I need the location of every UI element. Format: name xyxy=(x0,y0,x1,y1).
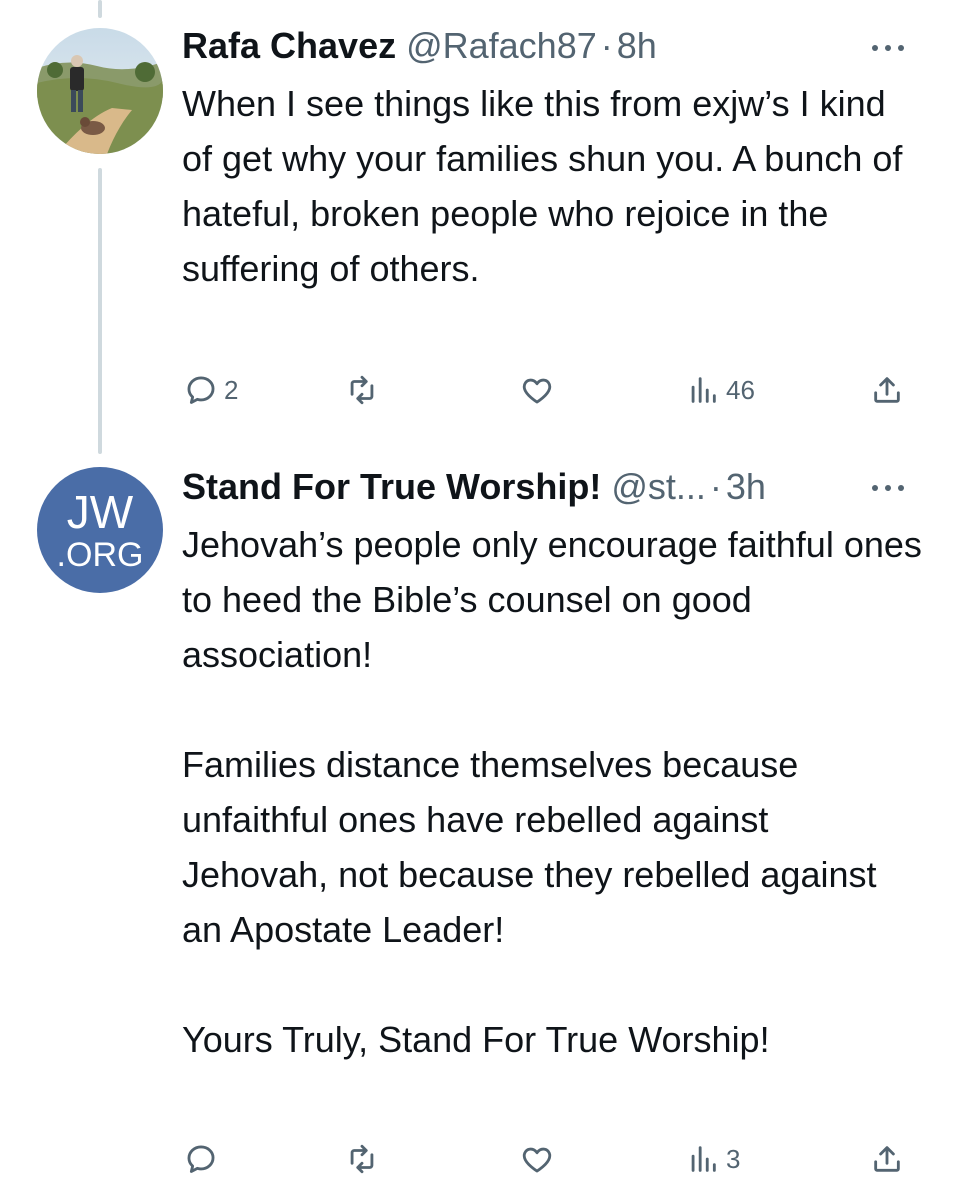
avatar[interactable]: JW .ORG xyxy=(37,467,163,593)
tweet-header: Stand For True Worship! @st... · 3h xyxy=(182,465,766,509)
tweet[interactable]: JW .ORG Stand For True Worship! @st... ·… xyxy=(0,455,953,1200)
reply-button[interactable]: 2 xyxy=(184,368,238,412)
reply-icon xyxy=(187,1145,215,1173)
heart-icon xyxy=(522,1147,552,1173)
reply-count: 2 xyxy=(224,374,239,405)
heart-icon xyxy=(522,378,552,404)
views-icon xyxy=(691,1146,716,1172)
retweet-icon xyxy=(350,1144,374,1174)
avatar[interactable] xyxy=(37,28,163,154)
timestamp[interactable]: 8h xyxy=(617,24,657,68)
author-handle[interactable]: @st... xyxy=(611,465,706,509)
tweet-text: Jehovah’s people only encourage faithful… xyxy=(182,524,922,1060)
more-icon xyxy=(872,485,904,491)
like-button[interactable] xyxy=(520,1137,560,1181)
share-button[interactable] xyxy=(870,1137,904,1181)
retweet-icon xyxy=(350,375,374,405)
retweet-button[interactable] xyxy=(345,1137,385,1181)
share-button[interactable] xyxy=(870,368,904,412)
avatar-logo-line2: .ORG xyxy=(56,536,144,574)
separator-dot: · xyxy=(600,25,613,66)
tweet[interactable]: Rafa Chavez @Rafach87 · 8h When I see th… xyxy=(0,0,953,455)
view-count: 46 xyxy=(726,374,755,405)
tweet-header: Rafa Chavez @Rafach87 · 8h xyxy=(182,24,657,68)
more-options-button[interactable] xyxy=(866,476,910,500)
like-button[interactable] xyxy=(520,368,560,412)
share-icon xyxy=(874,377,900,403)
author-name[interactable]: Rafa Chavez xyxy=(182,24,396,68)
separator-dot: · xyxy=(709,466,722,507)
views-icon xyxy=(691,377,716,403)
reply-button[interactable] xyxy=(184,1137,224,1181)
views-button[interactable]: 3 xyxy=(686,1137,740,1181)
action-bar: 3 xyxy=(0,1137,953,1181)
action-bar: 2 46 xyxy=(0,368,953,412)
timestamp[interactable]: 3h xyxy=(726,465,766,509)
reply-icon xyxy=(187,376,215,404)
views-button[interactable]: 46 xyxy=(686,368,755,412)
view-count: 3 xyxy=(726,1143,741,1174)
more-icon xyxy=(872,45,904,51)
author-name[interactable]: Stand For True Worship! xyxy=(182,465,601,509)
retweet-button[interactable] xyxy=(345,368,385,412)
share-icon xyxy=(874,1146,900,1172)
author-handle[interactable]: @Rafach87 xyxy=(406,24,597,68)
avatar-logo-line1: JW xyxy=(66,486,134,538)
more-options-button[interactable] xyxy=(866,36,910,60)
tweet-text: When I see things like this from exjw’s … xyxy=(182,83,903,289)
